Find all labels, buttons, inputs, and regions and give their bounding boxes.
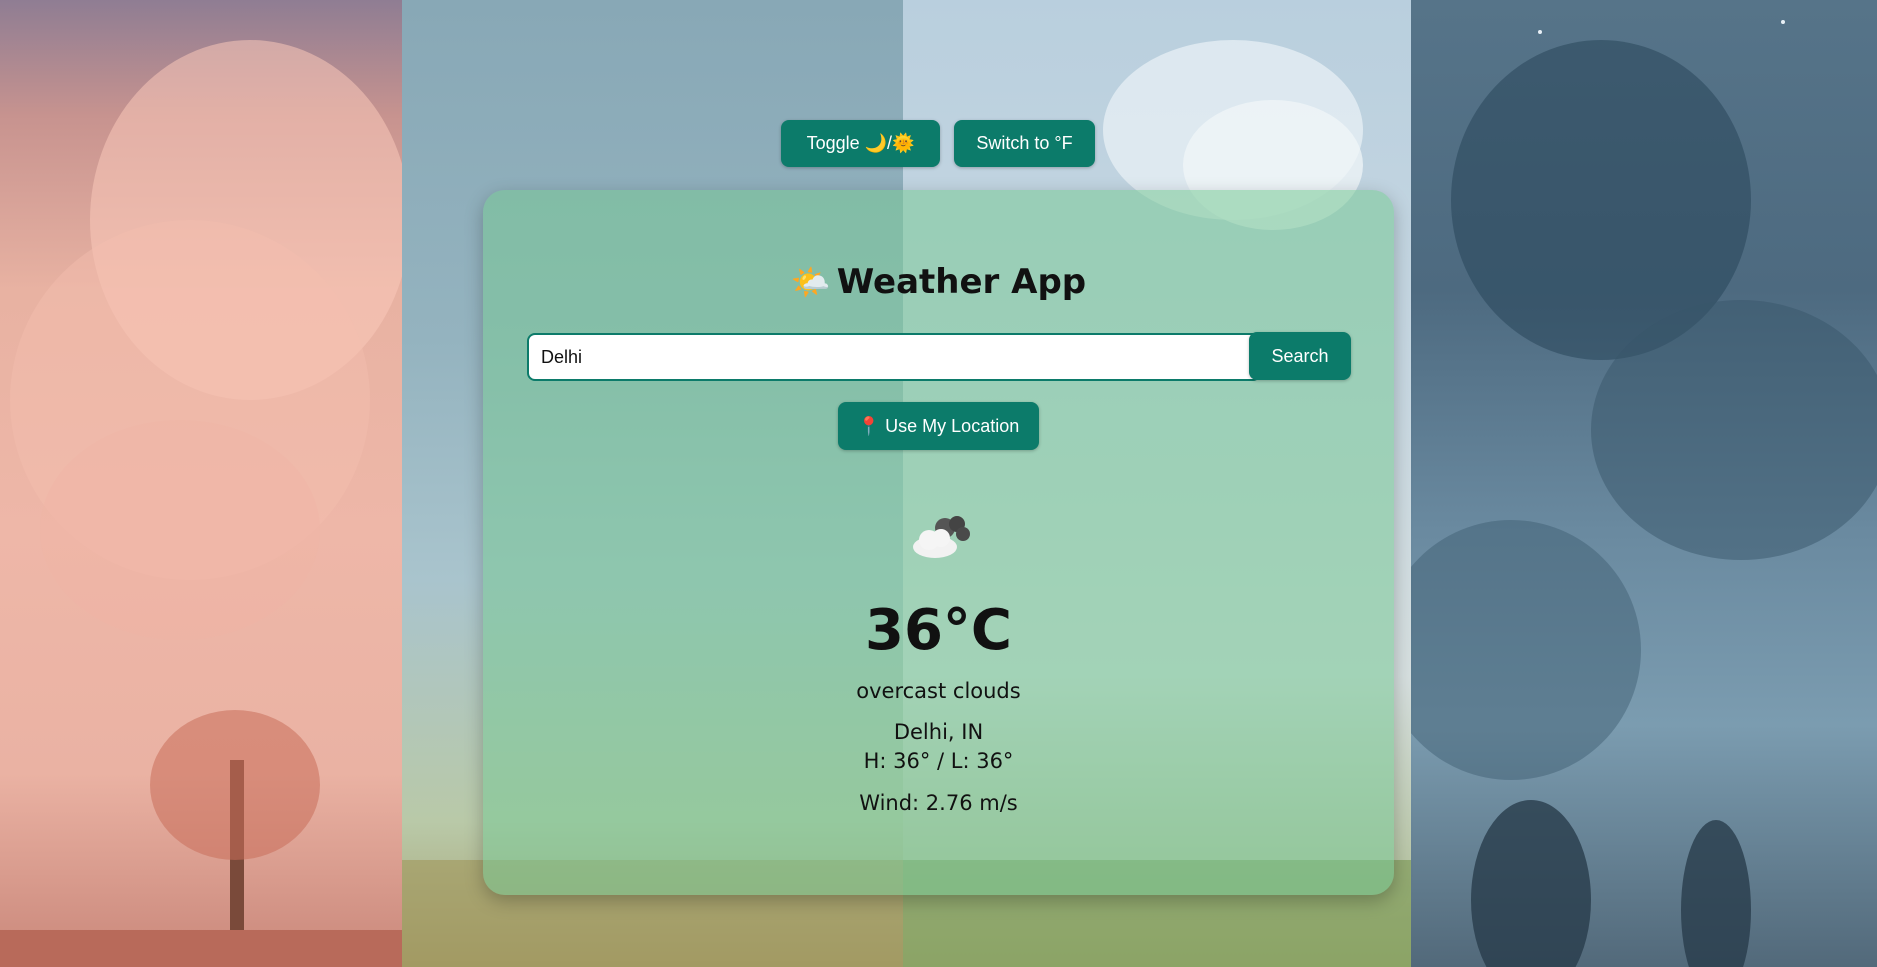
- search-button[interactable]: Search: [1249, 332, 1351, 380]
- high-low-temperature: H: 36° / L: 36°: [863, 749, 1014, 773]
- use-my-location-button[interactable]: 📍 Use My Location: [838, 402, 1039, 450]
- app-title-text: Weather App: [836, 262, 1087, 302]
- location-name: Delhi, IN: [893, 720, 984, 744]
- app-title: 🌤️ Weather App: [0, 262, 1877, 302]
- city-search-input[interactable]: [527, 333, 1261, 381]
- temperature-value: 36°C: [864, 598, 1013, 663]
- background-panel-autumn: [0, 0, 402, 967]
- weather-description: overcast clouds: [856, 679, 1021, 703]
- unit-toggle-button[interactable]: Switch to °F: [954, 120, 1095, 167]
- theme-toggle-button[interactable]: Toggle 🌙/🌞: [781, 120, 940, 167]
- overcast-clouds-icon: [913, 516, 970, 558]
- wind-speed: Wind: 2.76 m/s: [859, 791, 1018, 815]
- sun-behind-cloud-icon: 🌤️: [790, 263, 831, 301]
- background-panel-winter: [1411, 0, 1877, 967]
